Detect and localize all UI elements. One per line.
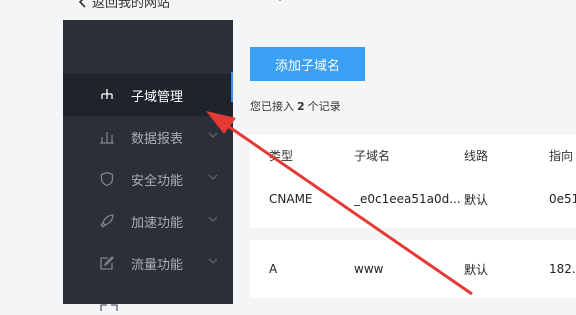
top-bar: 返回我的网站 [0,0,576,20]
bar-chart-icon [100,132,114,144]
record-count: 2 [297,100,305,113]
sidebar-item-label: 数据报表 [131,132,184,147]
column-header-target: 指向 [549,148,574,163]
row-subdomain: _e0c1eea51a0d... [354,192,460,206]
rocket-icon [100,214,114,228]
sidebar-item-label: 安全功能 [131,174,184,189]
sidebar-item-label: 加速功能 [131,216,184,231]
generic-icon [100,304,118,311]
record-count-text: 您已接入 2 个记录 [250,98,341,114]
row-subdomain: www [354,262,384,276]
row-target: 0e51 [549,192,576,206]
row-type: A [269,262,278,276]
column-header-subdomain: 子域名 [354,148,391,163]
sidebar: 子域管理 数据报表 安全功能 加速功能 流量功能 [63,20,233,311]
column-header-type: 类型 [269,148,294,163]
main-content: 添加子域名 您已接入 2 个记录 类型 子域名 线路 指向 CNAME _e0c1e… [233,20,576,304]
chevron-down-icon [208,174,218,180]
chevron-left-icon [78,0,86,8]
column-header-line: 线路 [464,148,489,163]
sidebar-item-data-reports[interactable]: 数据报表 [63,116,233,158]
chevron-down-icon [208,258,218,264]
chevron-down-icon [208,132,218,138]
back-to-my-sites-link[interactable]: 返回我的网站 [78,0,170,11]
sitemap-icon [101,89,113,99]
sidebar-item-acceleration[interactable]: 加速功能 [63,200,233,242]
record-prefix: 您已接入 [250,100,294,113]
sidebar-item-subdomain-management[interactable]: 子域管理 [63,74,233,116]
sidebar-item-label: 流量功能 [131,258,184,273]
record-suffix: 个记录 [307,100,341,113]
table-header: 类型 子域名 线路 指向 [250,135,576,175]
chevron-down-icon[interactable] [274,0,286,4]
table-row[interactable]: CNAME _e0c1eea51a0d... 默认 0e51 [250,170,576,228]
sidebar-item-traffic[interactable]: 流量功能 [63,242,233,284]
sidebar-item-partial[interactable] [99,296,119,311]
sidebar-item-security[interactable]: 安全功能 [63,158,233,200]
row-line: 默认 [464,192,489,207]
shield-icon [100,171,114,187]
chevron-down-icon [208,216,218,222]
row-type: CNAME [269,192,313,206]
add-subdomain-button[interactable]: 添加子域名 [250,47,365,81]
row-target: 182.9 [549,262,576,276]
back-link-label: 返回我的网站 [92,0,171,11]
edit-icon [100,256,114,270]
table-row[interactable]: A www 默认 182.9 [250,240,576,298]
sidebar-item-label: 子域管理 [131,90,184,105]
row-line: 默认 [464,262,489,277]
